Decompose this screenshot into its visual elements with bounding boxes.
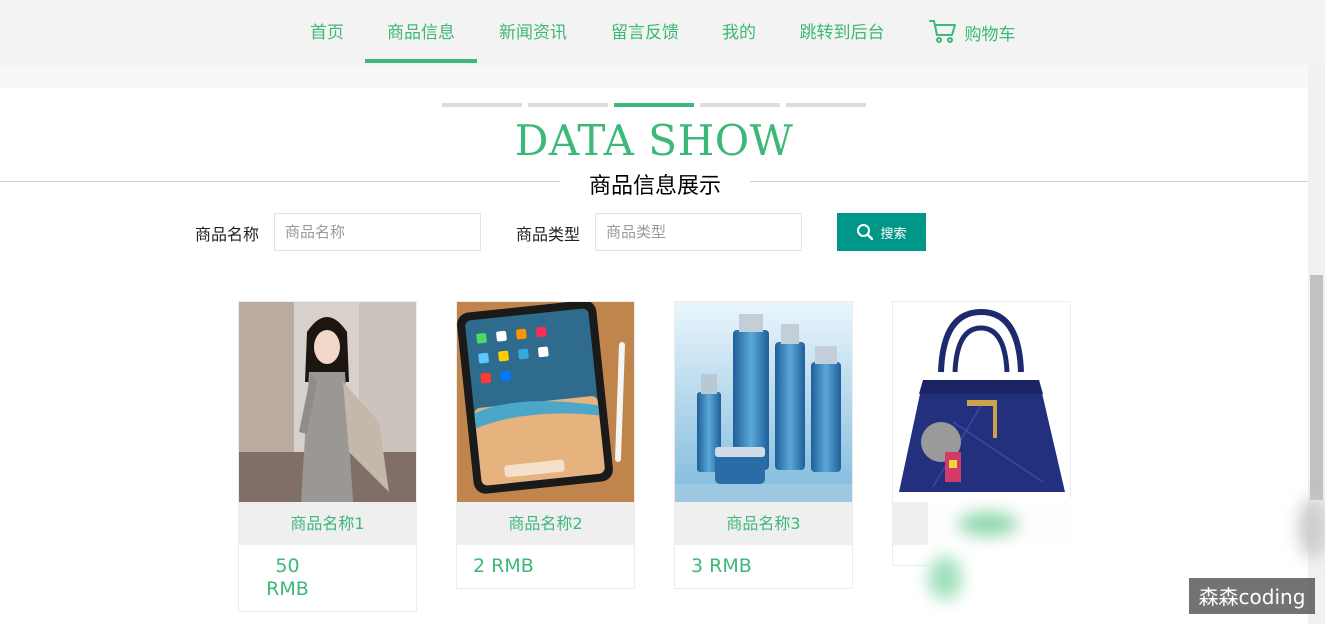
product-type-input[interactable] bbox=[595, 213, 802, 251]
section-title: DATA SHOW bbox=[514, 116, 794, 165]
nav-item-products[interactable]: 商品信息 bbox=[365, 0, 477, 65]
title-decor-segment bbox=[700, 103, 780, 107]
top-navigation: 首页 商品信息 新闻资讯 留言反馈 我的 跳转到后台 购物车 bbox=[0, 0, 1325, 65]
product-name-label: 商品名称 bbox=[195, 225, 260, 244]
title-decor-segment bbox=[442, 103, 522, 107]
title-decor-segment bbox=[528, 103, 608, 107]
nav-item-admin[interactable]: 跳转到后台 bbox=[793, 0, 891, 65]
product-type-label: 商品类型 bbox=[516, 225, 581, 244]
nav-item-mine[interactable]: 我的 bbox=[717, 0, 761, 65]
section-subtitle: 商品信息展示 bbox=[560, 168, 750, 200]
nav-item-feedback[interactable]: 留言反馈 bbox=[605, 0, 685, 65]
shopping-cart-icon[interactable] bbox=[928, 17, 958, 45]
search-icon bbox=[857, 224, 874, 241]
nav-shadow-strip bbox=[0, 65, 1308, 88]
product-name[interactable]: 商品名称2 bbox=[457, 502, 634, 545]
product-price: 3 RMB bbox=[691, 555, 752, 577]
watermark-label: 森森coding bbox=[1189, 578, 1315, 614]
scrollbar-thumb[interactable] bbox=[1310, 275, 1323, 500]
woman-in-grey-dress-photo[interactable] bbox=[239, 302, 416, 502]
nav-item-cart[interactable]: 购物车 bbox=[961, 2, 1019, 67]
nav-item-home[interactable]: 首页 bbox=[305, 0, 349, 65]
blurred-shape bbox=[958, 512, 1018, 536]
product-price: 50 RMB bbox=[266, 555, 309, 600]
product-card[interactable]: 商品名称3 3 RMB bbox=[674, 301, 853, 589]
navy-handbag-photo[interactable] bbox=[893, 302, 1070, 502]
blurred-shape bbox=[1298, 498, 1325, 558]
product-price: 2 RMB bbox=[473, 555, 534, 577]
product-card[interactable]: 商品名称1 50 RMB bbox=[238, 301, 417, 612]
title-decor-segment bbox=[786, 103, 866, 107]
product-name[interactable]: 商品名称3 bbox=[675, 502, 852, 545]
product-name-input[interactable] bbox=[274, 213, 481, 251]
search-button[interactable]: 搜索 bbox=[837, 213, 926, 251]
tablet-with-stylus-photo[interactable] bbox=[457, 302, 634, 502]
nav-item-news[interactable]: 新闻资讯 bbox=[493, 0, 573, 65]
product-name[interactable]: 商品名称1 bbox=[239, 502, 416, 545]
search-button-label: 搜索 bbox=[880, 225, 907, 241]
title-decor-segment-active bbox=[614, 103, 694, 107]
cosmetics-bottles-photo[interactable] bbox=[675, 302, 852, 502]
product-card[interactable]: 商品名称2 2 RMB bbox=[456, 301, 635, 589]
blurred-shape bbox=[928, 556, 962, 600]
